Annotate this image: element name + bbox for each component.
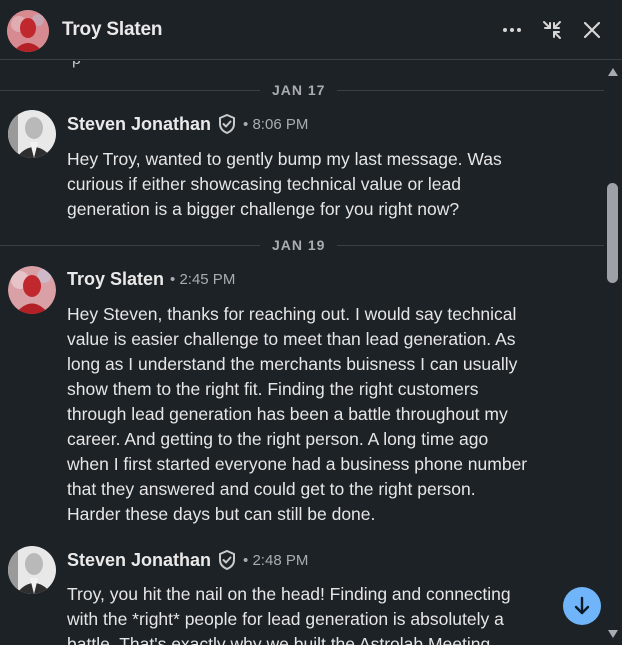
- message-line: battle. That's exactly why we built the …: [67, 634, 491, 645]
- message-body: Hey Steven, thanks for reaching out. I w…: [67, 302, 537, 527]
- close-icon: [583, 21, 601, 39]
- conversation-header: Troy Slaten: [0, 0, 622, 60]
- message-line: generation is a bigger challenge for you…: [67, 199, 460, 219]
- sender-avatar[interactable]: [8, 266, 56, 314]
- message-body: Hey Troy, wanted to gently bump my last …: [67, 147, 537, 222]
- messaging-window: Troy Slaten p JAN 17: [0, 0, 622, 645]
- collapse-arrows-icon: [543, 21, 561, 39]
- message-line: career. And getting to the right person.…: [67, 429, 489, 449]
- message-line: through lead generation has been a battl…: [67, 404, 508, 424]
- header-avatar[interactable]: [7, 10, 49, 52]
- message-sender: Steven Jonathan • 2:48 PM: [67, 549, 308, 571]
- more-options-button[interactable]: [500, 18, 524, 42]
- conversation-title[interactable]: Troy Slaten: [62, 19, 162, 41]
- sender-avatar[interactable]: [8, 546, 56, 594]
- sender-name[interactable]: Steven Jonathan: [67, 550, 211, 571]
- message-line: Hey Troy, wanted to gently bump my last …: [67, 149, 502, 169]
- sender-name[interactable]: Steven Jonathan: [67, 114, 211, 135]
- message-line: Hey Steven, thanks for reaching out. I w…: [67, 304, 517, 324]
- message-line: curious if either showcasing technical v…: [67, 174, 461, 194]
- message-body: Troy, you hit the nail on the head! Find…: [67, 582, 537, 645]
- sender-name[interactable]: Troy Slaten: [67, 269, 164, 290]
- previous-message-remnant: p: [72, 61, 81, 69]
- message-sender: Troy Slaten • 2:45 PM: [67, 269, 235, 290]
- date-divider: JAN 17: [260, 82, 338, 98]
- message-line: when I first started everyone had a busi…: [67, 454, 528, 474]
- message-timestamp: • 2:48 PM: [243, 551, 309, 569]
- arrow-down-icon: [574, 596, 590, 615]
- message-line: long as I understand the merchants buisn…: [67, 354, 518, 374]
- ellipsis-icon: [503, 28, 521, 32]
- message-timestamp: • 8:06 PM: [243, 115, 309, 133]
- scroll-up-arrow-icon: [608, 68, 618, 76]
- scrollbar[interactable]: [604, 61, 622, 645]
- message-line: Harder these days but can still be done.: [67, 504, 376, 524]
- message-list[interactable]: p JAN 17 Steven Jonathan • 8:06 PM: [0, 61, 604, 645]
- message-line: Troy, you hit the nail on the head! Find…: [67, 584, 511, 604]
- jump-to-latest-button[interactable]: [563, 587, 601, 625]
- verified-icon: [217, 549, 237, 571]
- message-line: that they answered and could get to the …: [67, 479, 476, 499]
- message-line: value is easier challenge to meet than l…: [67, 329, 516, 349]
- sender-avatar[interactable]: [8, 110, 56, 158]
- date-divider: JAN 19: [260, 237, 338, 253]
- message-line: with the *right* people for lead generat…: [67, 609, 504, 629]
- message-line: show them to the right fit. Finding the …: [67, 379, 479, 399]
- message-timestamp: • 2:45 PM: [170, 271, 236, 288]
- close-button[interactable]: [580, 18, 604, 42]
- minimize-button[interactable]: [540, 18, 564, 42]
- verified-icon: [217, 113, 237, 135]
- scroll-down-arrow-icon: [608, 630, 618, 638]
- scrollbar-thumb[interactable]: [607, 183, 618, 283]
- message-sender: Steven Jonathan • 8:06 PM: [67, 113, 308, 135]
